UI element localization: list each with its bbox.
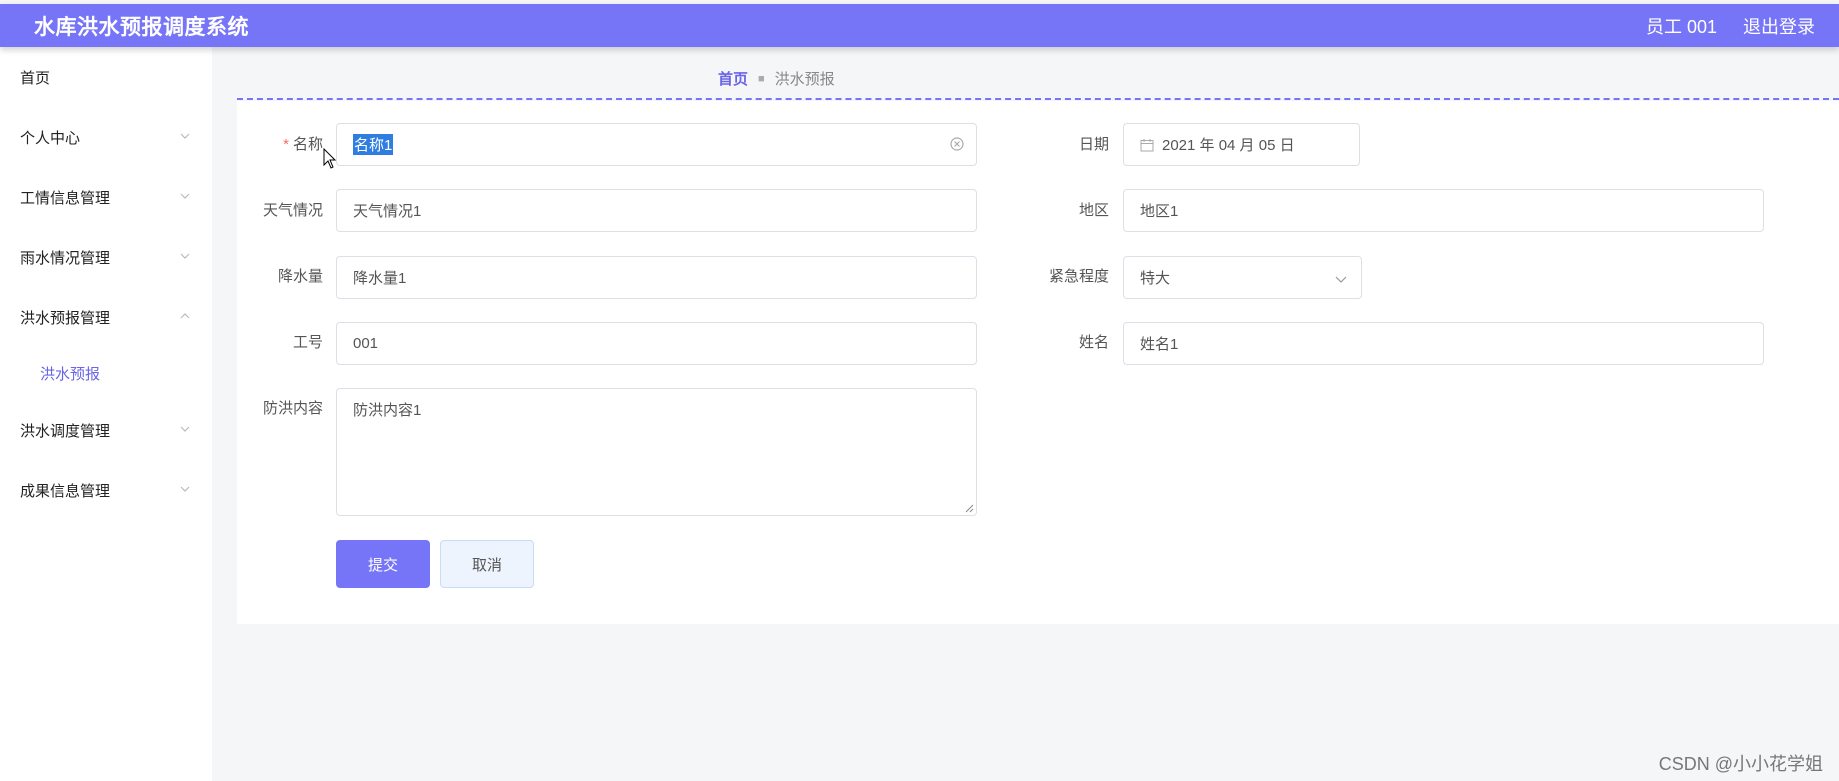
watermark: CSDN @小小花学姐: [1658, 754, 1823, 774]
region-input[interactable]: 地区1: [1123, 189, 1764, 232]
urgency-label: 紧急程度: [1048, 268, 1109, 285]
chevron-down-icon: [180, 486, 190, 492]
sidebar-item-label: 首页: [20, 69, 51, 87]
chevron-down-icon: [180, 253, 190, 259]
breadcrumb-current: 洪水预报: [774, 71, 835, 88]
app-title: 水库洪水预报调度系统: [34, 15, 249, 39]
user-area: 员工 001 退出登录: [1646, 13, 1815, 39]
region-value: 地区1: [1140, 203, 1179, 220]
urgency-select[interactable]: 特大: [1123, 256, 1362, 299]
sidebar-item-home[interactable]: 首页: [0, 57, 212, 97]
sidebar-item-flood-forecast[interactable]: 洪水预报: [0, 353, 212, 393]
urgency-value: 特大: [1140, 270, 1171, 287]
weather-value: 天气情况1: [353, 203, 422, 220]
cancel-button[interactable]: 取消: [440, 540, 534, 588]
user-label[interactable]: 员工 001: [1646, 13, 1717, 39]
chevron-down-icon: [180, 426, 190, 432]
person-name-label: 姓名: [1078, 334, 1109, 351]
submit-button[interactable]: 提交: [336, 540, 430, 588]
sidebar-item-flood-forecast-mgmt[interactable]: 洪水预报管理: [0, 297, 212, 337]
rainfall-label: 降水量: [277, 268, 323, 285]
employee-id-input[interactable]: 001: [336, 322, 977, 365]
content-textarea[interactable]: 防洪内容1: [336, 388, 977, 516]
sidebar-item-label: 洪水预报: [40, 365, 101, 383]
mouse-cursor-icon: [323, 148, 337, 169]
sidebar-item-label: 成果信息管理: [20, 482, 111, 500]
person-name-input[interactable]: 姓名1: [1123, 322, 1764, 365]
region-label: 地区: [1078, 202, 1109, 219]
sidebar-menu: 首页 个人中心 工情信息管理 雨水情况管理 洪水预报管理 洪水预报 洪水调度管理…: [0, 47, 212, 781]
sidebar-item-label: 洪水预报管理: [20, 309, 111, 327]
date-label: 日期: [1078, 136, 1109, 153]
sidebar-item-flood-dispatch[interactable]: 洪水调度管理: [0, 410, 212, 450]
breadcrumb: 首页 ■ 洪水预报: [718, 68, 835, 89]
content-value: 防洪内容1: [353, 402, 422, 419]
sidebar-item-work-info[interactable]: 工情信息管理: [0, 177, 212, 217]
sidebar-item-label: 洪水调度管理: [20, 422, 111, 440]
sidebar-item-label: 个人中心: [20, 129, 81, 147]
sidebar-item-results-info[interactable]: 成果信息管理: [0, 470, 212, 510]
breadcrumb-home[interactable]: 首页: [718, 68, 748, 89]
rainfall-input[interactable]: 降水量1: [336, 256, 977, 299]
dashed-divider: [237, 98, 1839, 100]
chevron-down-icon: [180, 133, 190, 139]
form-panel: * 名称 名称1 日期 2021 年 04 月 05 日 天气情况 天气情况1 地…: [237, 101, 1839, 624]
weather-input[interactable]: 天气情况1: [336, 189, 977, 232]
chevron-up-icon: [180, 313, 190, 319]
employee-id-value: 001: [353, 335, 379, 352]
name-input-value: 名称1: [353, 134, 394, 155]
calendar-icon: [1140, 138, 1154, 151]
sidebar-item-personal-center[interactable]: 个人中心: [0, 117, 212, 157]
content-label: 防洪内容: [262, 400, 323, 417]
person-name-value: 姓名1: [1140, 336, 1179, 353]
employee-id-label: 工号: [292, 334, 323, 351]
sidebar-item-rain-info[interactable]: 雨水情况管理: [0, 237, 212, 277]
date-value: 2021 年 04 月 05 日: [1162, 137, 1295, 154]
clear-icon[interactable]: [949, 136, 965, 152]
resize-grip-icon[interactable]: [965, 504, 974, 513]
name-input[interactable]: 名称1: [336, 123, 977, 166]
date-picker[interactable]: 2021 年 04 月 05 日: [1123, 123, 1360, 166]
sidebar-item-label: 雨水情况管理: [20, 249, 111, 267]
sidebar-item-label: 工情信息管理: [20, 189, 111, 207]
logout-link[interactable]: 退出登录: [1743, 13, 1815, 39]
required-mark: *: [283, 136, 289, 153]
rainfall-value: 降水量1: [353, 270, 407, 287]
chevron-down-icon: [180, 193, 190, 199]
top-navbar: 水库洪水预报调度系统 员工 001 退出登录: [0, 4, 1839, 47]
name-label: * 名称: [283, 136, 323, 153]
weather-label: 天气情况: [262, 202, 323, 219]
chevron-down-icon: [1335, 276, 1347, 283]
breadcrumb-separator-icon: ■: [758, 72, 765, 85]
